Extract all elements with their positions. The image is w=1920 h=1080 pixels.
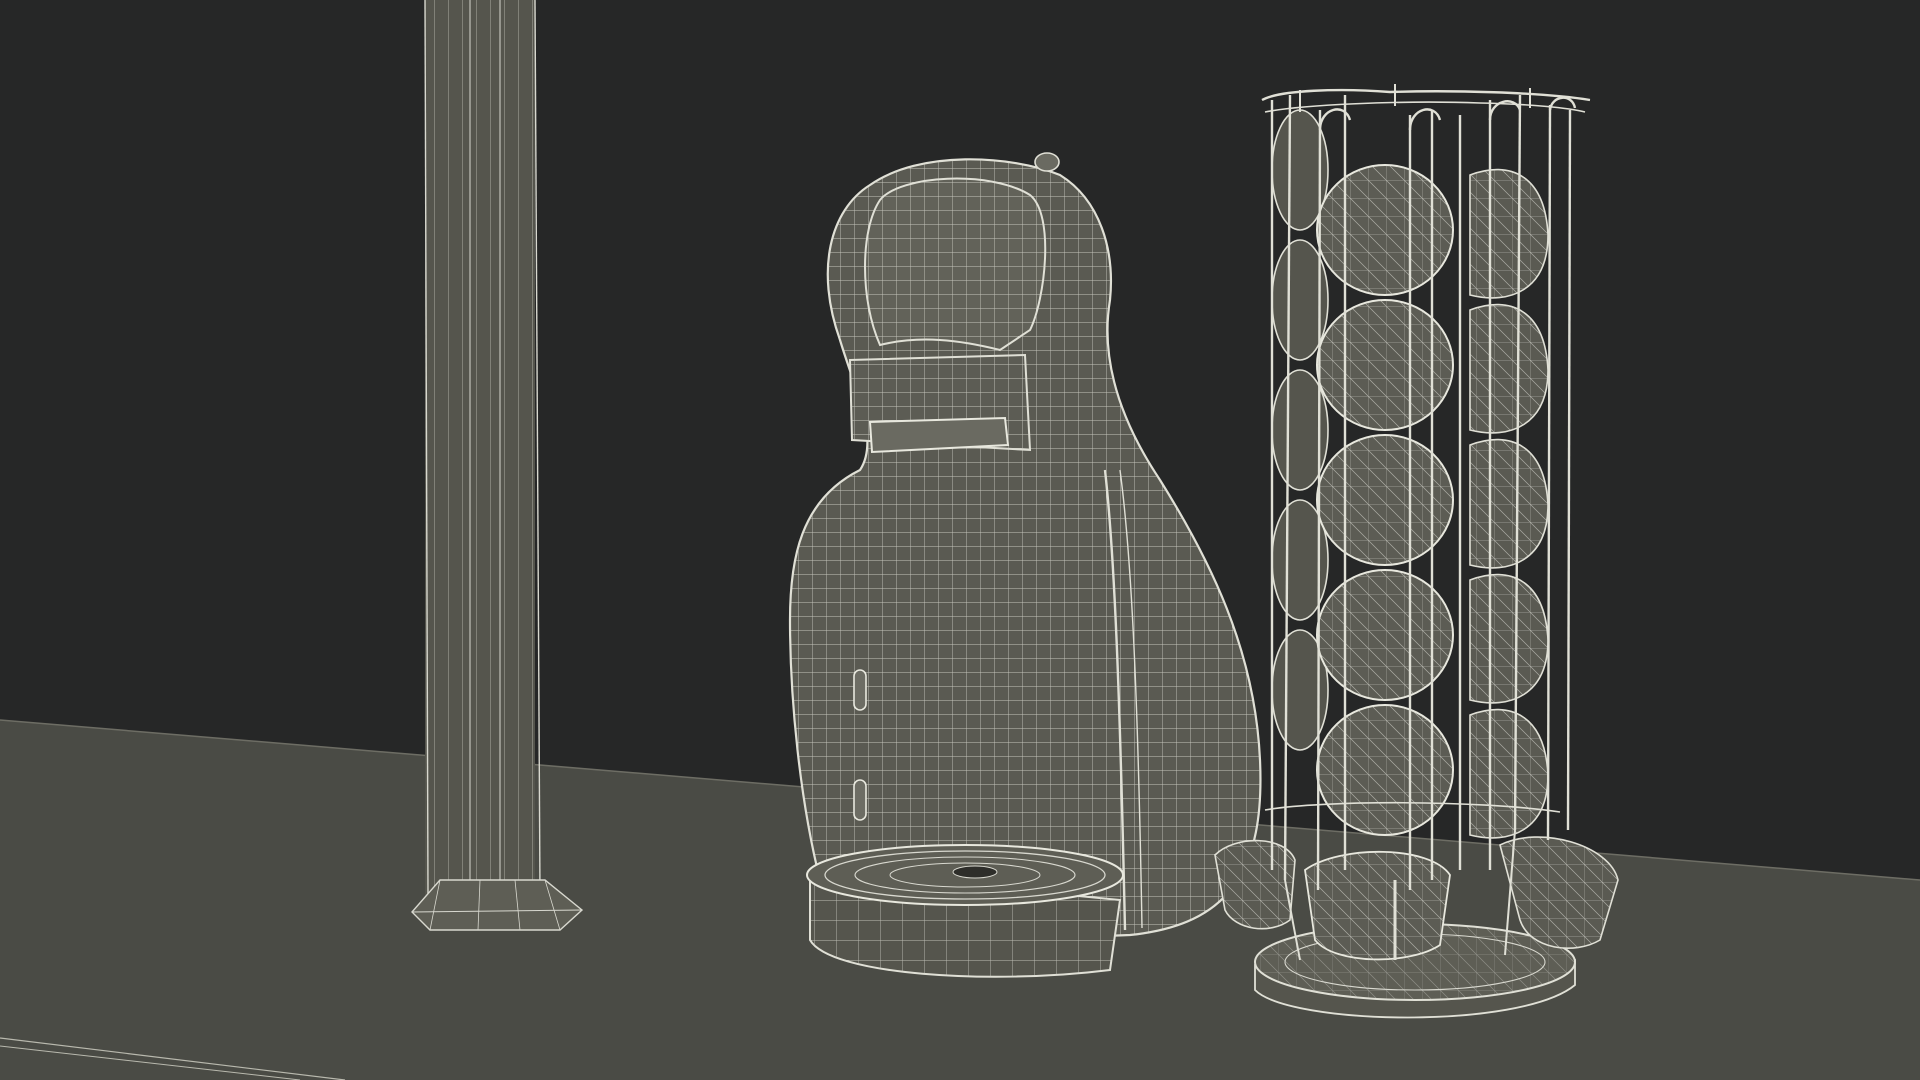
render-viewport <box>0 0 1920 1080</box>
machine-drip-tray <box>806 844 1124 978</box>
machine-top-knob <box>1034 152 1060 172</box>
wireframe-scene <box>0 0 1920 1080</box>
machine-indicator-light-lower <box>853 779 867 821</box>
machine-indicator-light-upper <box>853 669 867 711</box>
machine-lever <box>868 416 1010 454</box>
